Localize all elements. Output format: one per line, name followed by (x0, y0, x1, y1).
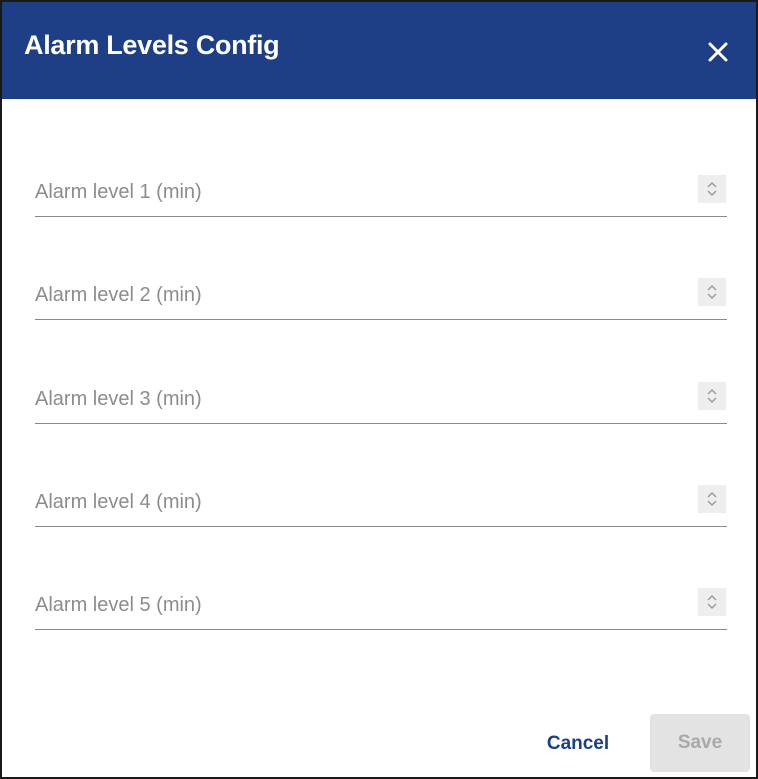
alarm-level-5-placeholder: Alarm level 5 (min) (35, 594, 202, 616)
alarm-level-5-stepper[interactable] (698, 588, 726, 616)
dialog-header: Alarm Levels Config (2, 2, 756, 99)
alarm-level-3-field[interactable]: Alarm level 3 (min) (35, 380, 727, 424)
alarm-level-1-field[interactable]: Alarm level 1 (min) (35, 173, 727, 217)
stepper-icon (707, 285, 717, 299)
close-icon (708, 42, 728, 62)
stepper-icon (707, 389, 717, 403)
dialog-title: Alarm Levels Config (24, 30, 280, 60)
stepper-icon (707, 182, 717, 196)
alarm-level-2-placeholder: Alarm level 2 (min) (35, 284, 202, 306)
alarm-level-4-placeholder: Alarm level 4 (min) (35, 491, 202, 513)
close-button[interactable] (702, 36, 734, 68)
alarm-levels-dialog: Alarm Levels Config Alarm level 1 (min) … (0, 0, 758, 779)
alarm-level-2-field[interactable]: Alarm level 2 (min) (35, 276, 727, 320)
alarm-level-4-stepper[interactable] (698, 485, 726, 513)
alarm-level-4-field[interactable]: Alarm level 4 (min) (35, 483, 727, 527)
alarm-level-3-stepper[interactable] (698, 382, 726, 410)
save-button[interactable]: Save (650, 714, 750, 772)
alarm-level-3-placeholder: Alarm level 3 (min) (35, 388, 202, 410)
alarm-level-5-field[interactable]: Alarm level 5 (min) (35, 586, 727, 630)
cancel-button[interactable]: Cancel (530, 716, 626, 772)
stepper-icon (707, 595, 717, 609)
alarm-level-1-stepper[interactable] (698, 175, 726, 203)
stepper-icon (707, 492, 717, 506)
alarm-level-1-placeholder: Alarm level 1 (min) (35, 181, 202, 203)
alarm-level-2-stepper[interactable] (698, 278, 726, 306)
